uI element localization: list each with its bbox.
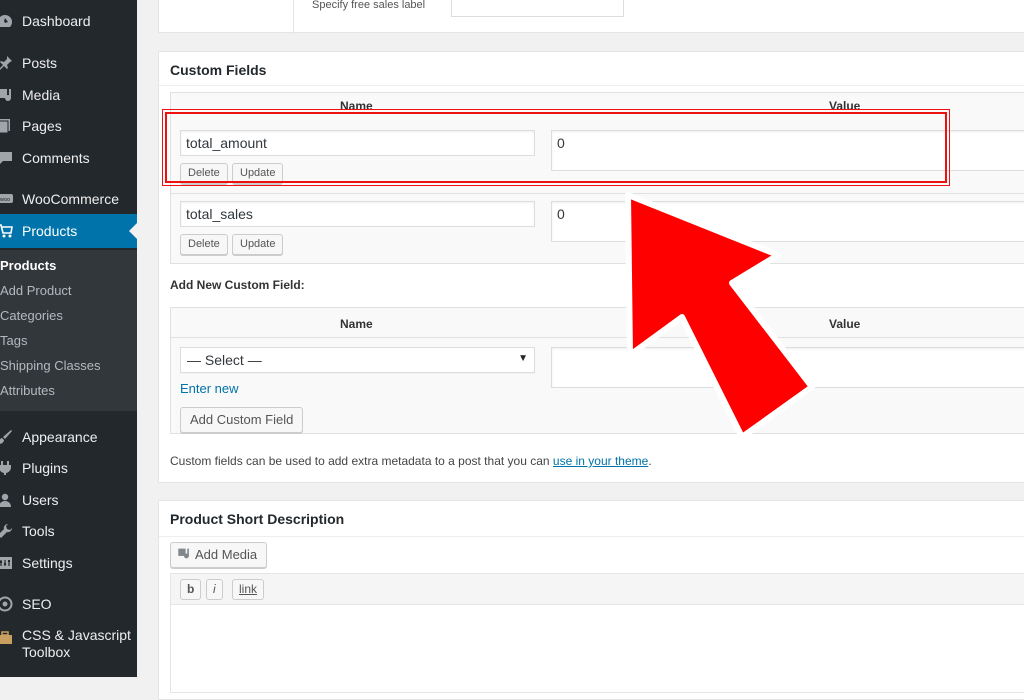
short-description-editor[interactable]: b i link: [170, 573, 1024, 693]
settings-icon: [0, 553, 19, 573]
row-divider: [171, 193, 1024, 194]
table-cell: [159, 0, 294, 34]
quicktags-toolbar: b i link: [171, 574, 1024, 605]
admin-sidebar: Dashboard Posts Media Pages Comments woo…: [0, 0, 137, 677]
menu-label: Tools: [22, 523, 55, 539]
add-media-button[interactable]: Add Media: [170, 542, 268, 568]
menu-appearance[interactable]: Appearance: [0, 420, 137, 454]
menu-label: WooCommerce: [22, 191, 119, 207]
plugin-icon: [0, 458, 19, 478]
add-media-label: Add Media: [195, 547, 258, 562]
submenu-categories[interactable]: Categories: [0, 306, 63, 326]
delete-button[interactable]: Delete: [180, 234, 228, 255]
custom-field-select[interactable]: — Select — ▼: [180, 347, 535, 373]
update-button[interactable]: Update: [232, 234, 284, 255]
menu-dashboard[interactable]: Dashboard: [0, 4, 137, 38]
panel-title: Custom Fields: [170, 62, 267, 78]
svg-text:woo: woo: [0, 197, 10, 203]
menu-label: Posts: [22, 55, 58, 71]
column-header-value: Value: [829, 99, 861, 113]
menu-label: Dashboard: [22, 13, 91, 29]
brush-icon: [0, 427, 19, 447]
add-new-heading: Add New Custom Field:: [170, 278, 305, 292]
dashboard-icon: [0, 11, 19, 31]
menu-seo[interactable]: SEO: [0, 587, 137, 621]
menu-label: Settings: [22, 555, 73, 571]
free-sales-input[interactable]: [451, 0, 624, 17]
menu-css-js-toolbox[interactable]: CSS & Javascript Toolbox: [0, 627, 137, 667]
menu-label: Plugins: [22, 460, 68, 476]
divider: [159, 85, 1024, 86]
media-icon: [0, 85, 19, 105]
users-icon: [0, 490, 19, 510]
menu-label: Comments: [22, 150, 90, 166]
help-text-body: Custom fields can be used to add extra m…: [170, 454, 550, 468]
menu-pages[interactable]: Pages: [0, 109, 137, 143]
menu-label: Products: [22, 223, 78, 239]
menu-users[interactable]: Users: [0, 483, 137, 517]
custom-field-name-input[interactable]: total_sales: [180, 201, 535, 227]
bold-button[interactable]: b: [180, 579, 202, 600]
submenu-shipping-classes[interactable]: Shipping Classes: [0, 356, 100, 376]
dropdown-arrow-icon: ▼: [518, 353, 528, 364]
column-header-name: Name: [340, 317, 373, 331]
menu-label: CSS & Javascript Toolbox: [22, 627, 131, 660]
pages-icon: [0, 116, 19, 136]
italic-button[interactable]: i: [206, 579, 223, 600]
menu-label: Appearance: [22, 429, 98, 445]
free-sales-panel: Specify free sales label: [158, 0, 1024, 34]
red-arrow-annotation: [625, 192, 815, 440]
select-value: — Select —: [187, 352, 262, 368]
add-custom-field-button[interactable]: Add Custom Field: [180, 407, 304, 433]
submenu-attributes[interactable]: Attributes: [0, 381, 55, 401]
pin-icon: [0, 53, 19, 73]
menu-tools[interactable]: Tools: [0, 514, 137, 548]
submenu-products[interactable]: Products: [0, 256, 56, 276]
menu-comments[interactable]: Comments: [0, 141, 137, 175]
menu-plugins[interactable]: Plugins: [0, 451, 137, 485]
free-sales-label: Specify free sales label: [312, 0, 426, 11]
link-button[interactable]: link: [232, 579, 265, 600]
submenu-tags[interactable]: Tags: [0, 331, 27, 351]
header-row: [171, 308, 1024, 338]
menu-label: Media: [22, 87, 61, 103]
use-in-theme-link[interactable]: use in your theme: [553, 454, 648, 468]
help-text-end: .: [648, 454, 652, 468]
menu-label: Pages: [22, 118, 62, 134]
column-header-name: Name: [340, 99, 373, 113]
wrench-icon: [0, 521, 19, 541]
menu-label: SEO: [22, 596, 52, 612]
products-submenu: Products Add Product Categories Tags Shi…: [0, 250, 137, 411]
cart-icon: [0, 221, 19, 241]
help-text: Custom fields can be used to add extra m…: [170, 454, 652, 468]
seo-icon: [0, 594, 19, 614]
menu-settings[interactable]: Settings: [0, 546, 137, 580]
media-icon: [177, 544, 191, 568]
divider: [159, 536, 1024, 537]
enter-new-link[interactable]: Enter new: [180, 381, 239, 396]
menu-woocommerce[interactable]: woo WooCommerce: [0, 182, 137, 216]
comment-icon: [0, 148, 19, 168]
menu-products[interactable]: Products: [0, 214, 137, 248]
add-custom-field-table: Name Value — Select — ▼ Enter new Add Cu…: [170, 307, 1024, 434]
woocommerce-icon: woo: [0, 189, 19, 209]
menu-label: Users: [22, 492, 59, 508]
menu-posts[interactable]: Posts: [0, 46, 137, 80]
toolbox-icon: [0, 628, 19, 648]
highlight-box: [162, 109, 950, 186]
submenu-add-product[interactable]: Add Product: [0, 281, 72, 301]
menu-media[interactable]: Media: [0, 78, 137, 112]
product-short-description-panel: Product Short Description Add Media b i …: [158, 500, 1024, 700]
panel-title: Product Short Description: [170, 511, 345, 527]
